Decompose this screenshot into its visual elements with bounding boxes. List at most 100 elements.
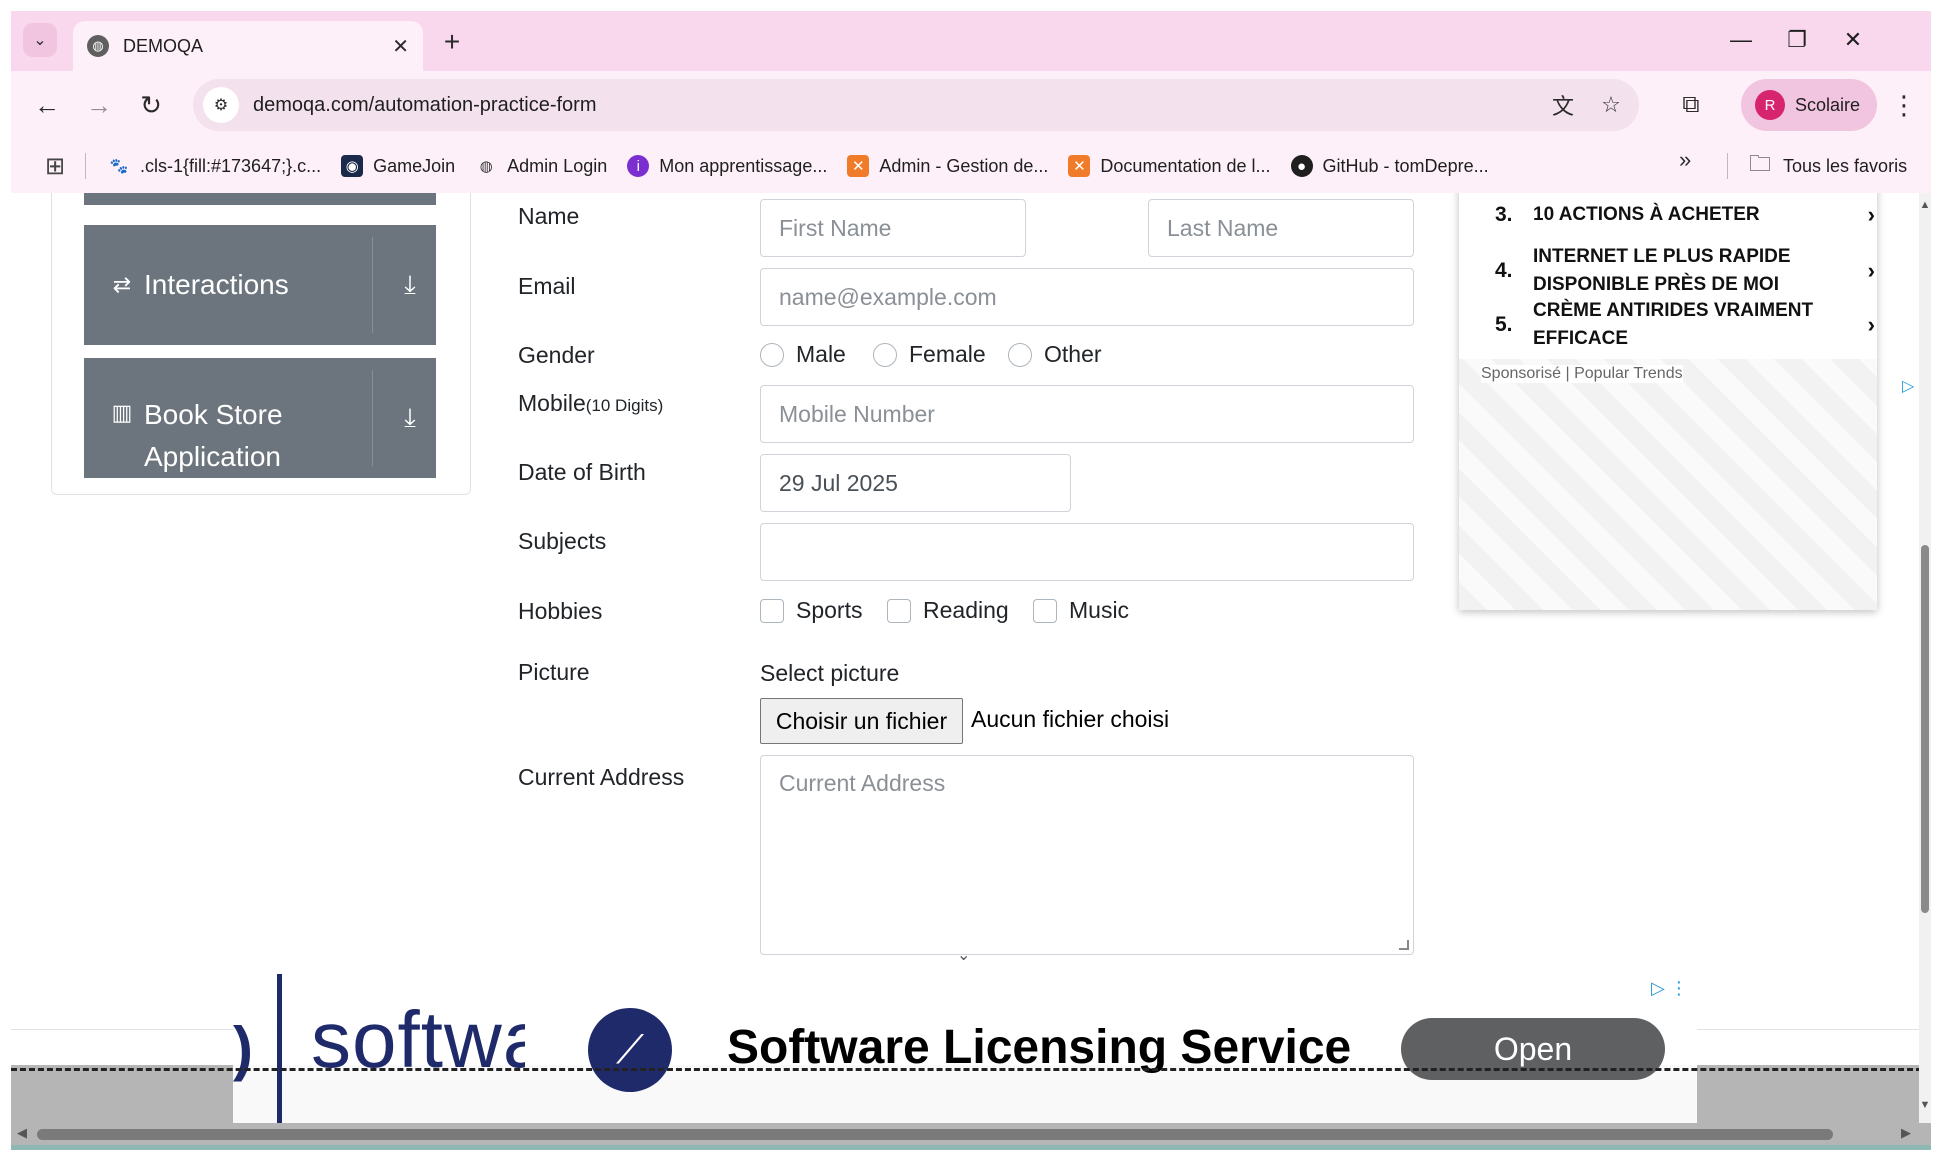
arrow-left-icon: ← (34, 89, 60, 120)
folder-icon: 🗀 (1749, 151, 1772, 176)
sponsor-text[interactable]: Sponsorisé | Popular Trends (1481, 365, 1683, 383)
textarea-placeholder: Current Address (779, 770, 946, 796)
trend-item[interactable]: 5. CRÈME ANTIRIDES VRAIMENT EFFICACE › (1495, 297, 1875, 353)
first-name-input[interactable]: First Name (760, 199, 1026, 257)
scroll-right-icon[interactable]: ▶ (1901, 1125, 1911, 1141)
profile-button[interactable]: R Scolaire (1741, 79, 1877, 131)
more-bookmarks-icon[interactable]: » (1679, 147, 1691, 173)
url-text[interactable]: demoqa.com/automation-practice-form (253, 94, 1543, 117)
sidebar-group-interactions[interactable]: ⇄ Interactions ⤓ (84, 225, 436, 345)
ad-logo-bracket: ) (233, 1015, 253, 1082)
address-bar[interactable]: ⚙ demoqa.com/automation-practice-form 文 … (193, 79, 1639, 131)
tab-demoqa[interactable]: ◍ DEMOQA ✕ (73, 21, 423, 71)
bookmark-item[interactable]: 🐾 .cls-1{fill:#173647;}.c... (98, 148, 331, 184)
scroll-down-icon[interactable]: ▼ (1919, 1099, 1931, 1111)
mobile-label: Mobile(10 Digits) (518, 390, 663, 417)
extensions-icon[interactable]: ⧉ (1671, 85, 1711, 125)
hobby-checkbox-reading[interactable]: Reading (887, 597, 1009, 624)
hobbies-label: Hobbies (518, 598, 603, 624)
site-info-icon[interactable]: ⚙ (203, 87, 239, 123)
bookmarks-bar: ⊞ 🐾 .cls-1{fill:#173647;}.c... ◉ GameJoin … (11, 139, 1931, 193)
radio-button[interactable] (1008, 342, 1032, 367)
new-tab-button[interactable]: + (435, 25, 469, 59)
adchoices-icon[interactable]: ▷ ⋮ (1651, 978, 1688, 999)
bookmark-label: Mon apprentissage... (659, 155, 828, 176)
ad-pattern (1459, 359, 1877, 610)
page-viewport: ⇄ Interactions ⤓ ▥ Book Store Applicatio… (11, 193, 1931, 1150)
sidebar-group-previous[interactable] (84, 193, 436, 205)
more-menu-icon[interactable]: ⋮ (1887, 85, 1921, 125)
checkbox[interactable] (760, 598, 784, 623)
toolbar: ← → ↻ ⚙ demoqa.com/automation-practice-f… (11, 71, 1931, 139)
trend-item[interactable]: 3. 10 ACTIONS À ACHETER › (1495, 201, 1875, 229)
scroll-thumb[interactable] (37, 1129, 1833, 1140)
resize-handle-icon[interactable] (1399, 940, 1409, 950)
bookmark-item[interactable]: ◍ Admin Login (465, 148, 617, 184)
star-icon[interactable]: ☆ (1591, 85, 1631, 125)
back-button[interactable]: ← (27, 85, 67, 125)
subjects-input[interactable] (760, 523, 1414, 581)
select-picture-label: Select picture (760, 660, 900, 686)
gender-radio-female[interactable]: Female (873, 341, 986, 368)
hobby-checkbox-sports[interactable]: Sports (760, 597, 862, 624)
bookmark-item[interactable]: ✕ Admin - Gestion de... (837, 148, 1058, 184)
bookmark-item[interactable]: ● GitHub - tomDepre... (1281, 148, 1499, 184)
horizontal-scrollbar[interactable]: ◀ ▶ (11, 1123, 1919, 1145)
trends-ad[interactable]: 3. 10 ACTIONS À ACHETER › 4. INTERNET LE… (1459, 193, 1877, 610)
close-window-button[interactable]: ✕ (1823, 23, 1883, 57)
divider (1727, 153, 1728, 179)
bookmark-item[interactable]: i Mon apprentissage... (617, 148, 837, 184)
bookmark-label: GitHub - tomDepre... (1322, 155, 1489, 176)
radio-button[interactable] (760, 342, 784, 367)
restore-button[interactable]: ❐ (1767, 23, 1827, 57)
checkbox[interactable] (887, 598, 911, 623)
trend-item[interactable]: 4. INTERNET LE PLUS RAPIDE DISPONIBLE PR… (1495, 243, 1875, 299)
mobile-hint: (10 Digits) (585, 396, 664, 415)
checkbox[interactable] (1033, 598, 1057, 623)
chevron-right-icon: › (1867, 202, 1875, 227)
apps-grid-icon[interactable]: ⊞ (35, 146, 75, 186)
bottom-banner-ad[interactable]: ) softwa ⟋ Software Licensing Service Op… (233, 974, 1697, 1124)
ad-headline[interactable]: Software Licensing Service (727, 1020, 1351, 1075)
bookmark-label: Documentation de l... (1100, 155, 1271, 176)
download-arrow-icon[interactable]: ⤓ (384, 358, 436, 478)
interactions-icon: ⇄ (112, 272, 132, 297)
ad-logo-bar (277, 974, 282, 1124)
trend-number: 5. (1495, 313, 1513, 336)
mobile-input[interactable]: Mobile Number (760, 385, 1414, 443)
email-input[interactable]: name@example.com (760, 268, 1414, 326)
scroll-left-icon[interactable]: ◀ (17, 1125, 27, 1141)
bookmark-item[interactable]: ◉ GameJoin (331, 148, 465, 184)
divider (85, 153, 86, 179)
translate-icon[interactable]: 文 (1543, 85, 1583, 125)
sidebar-group-book-store[interactable]: ▥ Book Store Application ⤓ (84, 358, 436, 478)
last-name-input[interactable]: Last Name (1148, 199, 1414, 257)
profile-label: Scolaire (1795, 94, 1861, 115)
forward-button[interactable]: → (79, 85, 119, 125)
gender-radio-other[interactable]: Other (1008, 341, 1102, 368)
chevron-down-icon[interactable]: ⌄ (957, 945, 970, 965)
radio-button[interactable] (873, 342, 897, 367)
book-icon: ▥ (111, 400, 133, 425)
cat-icon: 🐾 (109, 158, 129, 175)
close-tab-icon[interactable]: ✕ (392, 34, 409, 59)
reload-button[interactable]: ↻ (131, 85, 171, 125)
dashed-divider (11, 1068, 1931, 1071)
choose-file-button[interactable]: Choisir un fichier (760, 698, 963, 744)
tab-search-button[interactable]: ⌄ (23, 23, 57, 57)
gender-radio-male[interactable]: Male (760, 341, 846, 368)
adchoices-icon[interactable]: ▷ (1902, 376, 1914, 396)
hobby-checkbox-music[interactable]: Music (1033, 597, 1129, 624)
bookmark-label: Admin - Gestion de... (879, 155, 1049, 176)
dob-input[interactable]: 29 Jul 2025 (760, 454, 1071, 512)
all-bookmarks-button[interactable]: 🗀 Tous les favoris (1749, 139, 1907, 193)
current-address-textarea[interactable]: Current Address (760, 755, 1414, 955)
tab-title: DEMOQA (123, 35, 204, 56)
download-arrow-icon[interactable]: ⤓ (384, 225, 436, 345)
chevron-right-icon: › (1867, 258, 1875, 283)
scroll-thumb[interactable] (1921, 545, 1929, 913)
minimize-button[interactable]: — (1711, 23, 1771, 57)
vertical-scrollbar[interactable]: ▲ ▼ (1919, 193, 1931, 1123)
scroll-up-icon[interactable]: ▲ (1919, 199, 1931, 211)
bookmark-item[interactable]: ✕ Documentation de l... (1058, 148, 1280, 184)
